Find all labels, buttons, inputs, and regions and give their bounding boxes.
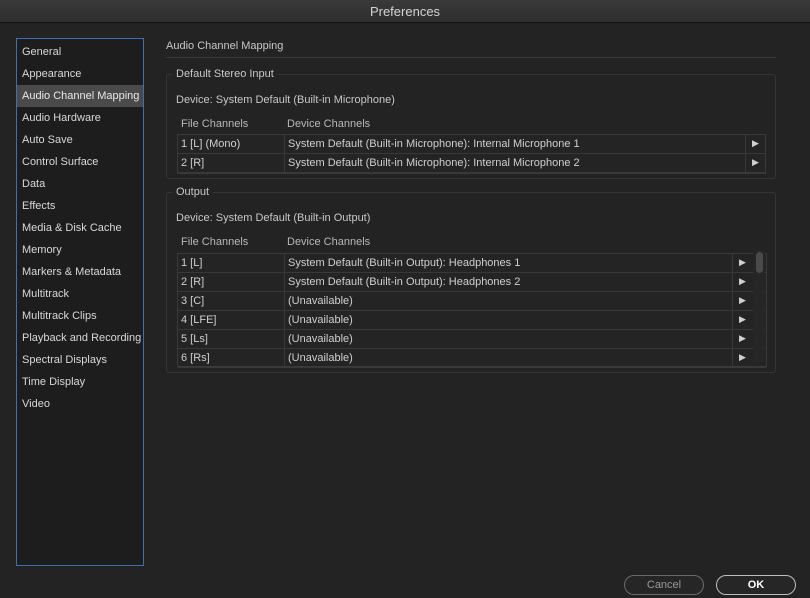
table-row[interactable]: 5 [Ls] (Unavailable) ▶ bbox=[178, 330, 766, 349]
output-group: Output Device: System Default (Built-in … bbox=[166, 186, 776, 373]
triangle-right-icon[interactable]: ▶ bbox=[739, 257, 746, 268]
window-title-bar: Preferences bbox=[0, 0, 810, 23]
scrollbar-thumb[interactable] bbox=[756, 252, 763, 273]
device-channel-cell: (Unavailable) bbox=[288, 333, 353, 345]
sidebar-item-playback-recording[interactable]: Playback and Recording bbox=[17, 327, 143, 349]
sidebar-item-audio-hardware[interactable]: Audio Hardware bbox=[17, 107, 143, 129]
table-row[interactable]: 2 [R] System Default (Built-in Microphon… bbox=[178, 154, 765, 173]
output-channel-table: 1 [L] System Default (Built-in Output): … bbox=[177, 253, 767, 368]
table-row[interactable]: 1 [L] System Default (Built-in Output): … bbox=[178, 254, 766, 273]
triangle-right-icon[interactable]: ▶ bbox=[752, 138, 759, 149]
device-channel-cell: System Default (Built-in Output): Headph… bbox=[288, 276, 521, 288]
triangle-right-icon[interactable]: ▶ bbox=[739, 314, 746, 325]
table-row[interactable]: 6 [Rs] (Unavailable) ▶ bbox=[178, 349, 766, 368]
device-channel-cell: (Unavailable) bbox=[288, 295, 353, 307]
output-device-label: Device: System Default (Built-in Output) bbox=[176, 212, 371, 224]
file-channel-cell: 4 [LFE] bbox=[181, 314, 217, 326]
sidebar-item-memory[interactable]: Memory bbox=[17, 239, 143, 261]
file-channel-cell: 2 [R] bbox=[181, 276, 205, 288]
sidebar-item-media-disk-cache[interactable]: Media & Disk Cache bbox=[17, 217, 143, 239]
device-channel-cell: (Unavailable) bbox=[288, 314, 353, 326]
page-title: Audio Channel Mapping bbox=[166, 40, 284, 52]
input-channel-table: 1 [L] (Mono) System Default (Built-in Mi… bbox=[177, 134, 766, 174]
sidebar-item-multitrack-clips[interactable]: Multitrack Clips bbox=[17, 305, 143, 327]
output-table-scrollbar[interactable] bbox=[753, 250, 765, 362]
sidebar-item-effects[interactable]: Effects bbox=[17, 195, 143, 217]
triangle-right-icon[interactable]: ▶ bbox=[739, 276, 746, 287]
column-header-file-channels: File Channels bbox=[181, 236, 249, 248]
file-channel-cell: 1 [L] bbox=[181, 257, 203, 269]
device-channel-cell: System Default (Built-in Microphone): In… bbox=[288, 157, 580, 169]
default-stereo-input-group: Default Stereo Input Device: System Defa… bbox=[166, 68, 776, 179]
triangle-right-icon[interactable]: ▶ bbox=[752, 157, 759, 168]
table-row[interactable]: 2 [R] System Default (Built-in Output): … bbox=[178, 273, 766, 292]
sidebar-item-general[interactable]: General bbox=[17, 41, 143, 63]
cancel-button[interactable]: Cancel bbox=[624, 575, 704, 595]
file-channel-cell: 1 [L] (Mono) bbox=[181, 138, 241, 150]
triangle-right-icon[interactable]: ▶ bbox=[739, 333, 746, 344]
table-row[interactable]: 4 [LFE] (Unavailable) ▶ bbox=[178, 311, 766, 330]
device-channel-cell: System Default (Built-in Output): Headph… bbox=[288, 257, 521, 269]
title-divider bbox=[166, 57, 776, 58]
triangle-right-icon[interactable]: ▶ bbox=[739, 295, 746, 306]
preferences-category-list[interactable]: General Appearance Audio Channel Mapping… bbox=[16, 38, 144, 566]
device-channel-cell: (Unavailable) bbox=[288, 352, 353, 364]
sidebar-item-data[interactable]: Data bbox=[17, 173, 143, 195]
input-device-label: Device: System Default (Built-in Microph… bbox=[176, 94, 395, 106]
column-header-device-channels: Device Channels bbox=[287, 118, 371, 130]
ok-button[interactable]: OK bbox=[716, 575, 796, 595]
table-row[interactable]: 3 [C] (Unavailable) ▶ bbox=[178, 292, 766, 311]
triangle-right-icon[interactable]: ▶ bbox=[739, 352, 746, 363]
sidebar-item-appearance[interactable]: Appearance bbox=[17, 63, 143, 85]
window-title: Preferences bbox=[369, 3, 441, 19]
group-label: Default Stereo Input bbox=[176, 68, 274, 80]
sidebar-item-control-surface[interactable]: Control Surface bbox=[17, 151, 143, 173]
sidebar-item-time-display[interactable]: Time Display bbox=[17, 371, 143, 393]
sidebar-item-video[interactable]: Video bbox=[17, 393, 143, 415]
device-channel-cell: System Default (Built-in Microphone): In… bbox=[288, 138, 580, 150]
table-row[interactable]: 1 [L] (Mono) System Default (Built-in Mi… bbox=[178, 135, 765, 154]
file-channel-cell: 2 [R] bbox=[181, 157, 205, 169]
sidebar-item-audio-channel-mapping[interactable]: Audio Channel Mapping bbox=[17, 85, 143, 107]
sidebar-item-auto-save[interactable]: Auto Save bbox=[17, 129, 143, 151]
sidebar-item-markers-metadata[interactable]: Markers & Metadata bbox=[17, 261, 143, 283]
column-header-device-channels: Device Channels bbox=[287, 236, 371, 248]
sidebar-item-spectral-displays[interactable]: Spectral Displays bbox=[17, 349, 143, 371]
column-header-file-channels: File Channels bbox=[181, 118, 249, 130]
group-label: Output bbox=[176, 186, 210, 198]
file-channel-cell: 6 [Rs] bbox=[181, 352, 210, 364]
sidebar-item-multitrack[interactable]: Multitrack bbox=[17, 283, 143, 305]
file-channel-cell: 3 [C] bbox=[181, 295, 205, 307]
file-channel-cell: 5 [Ls] bbox=[181, 333, 208, 345]
